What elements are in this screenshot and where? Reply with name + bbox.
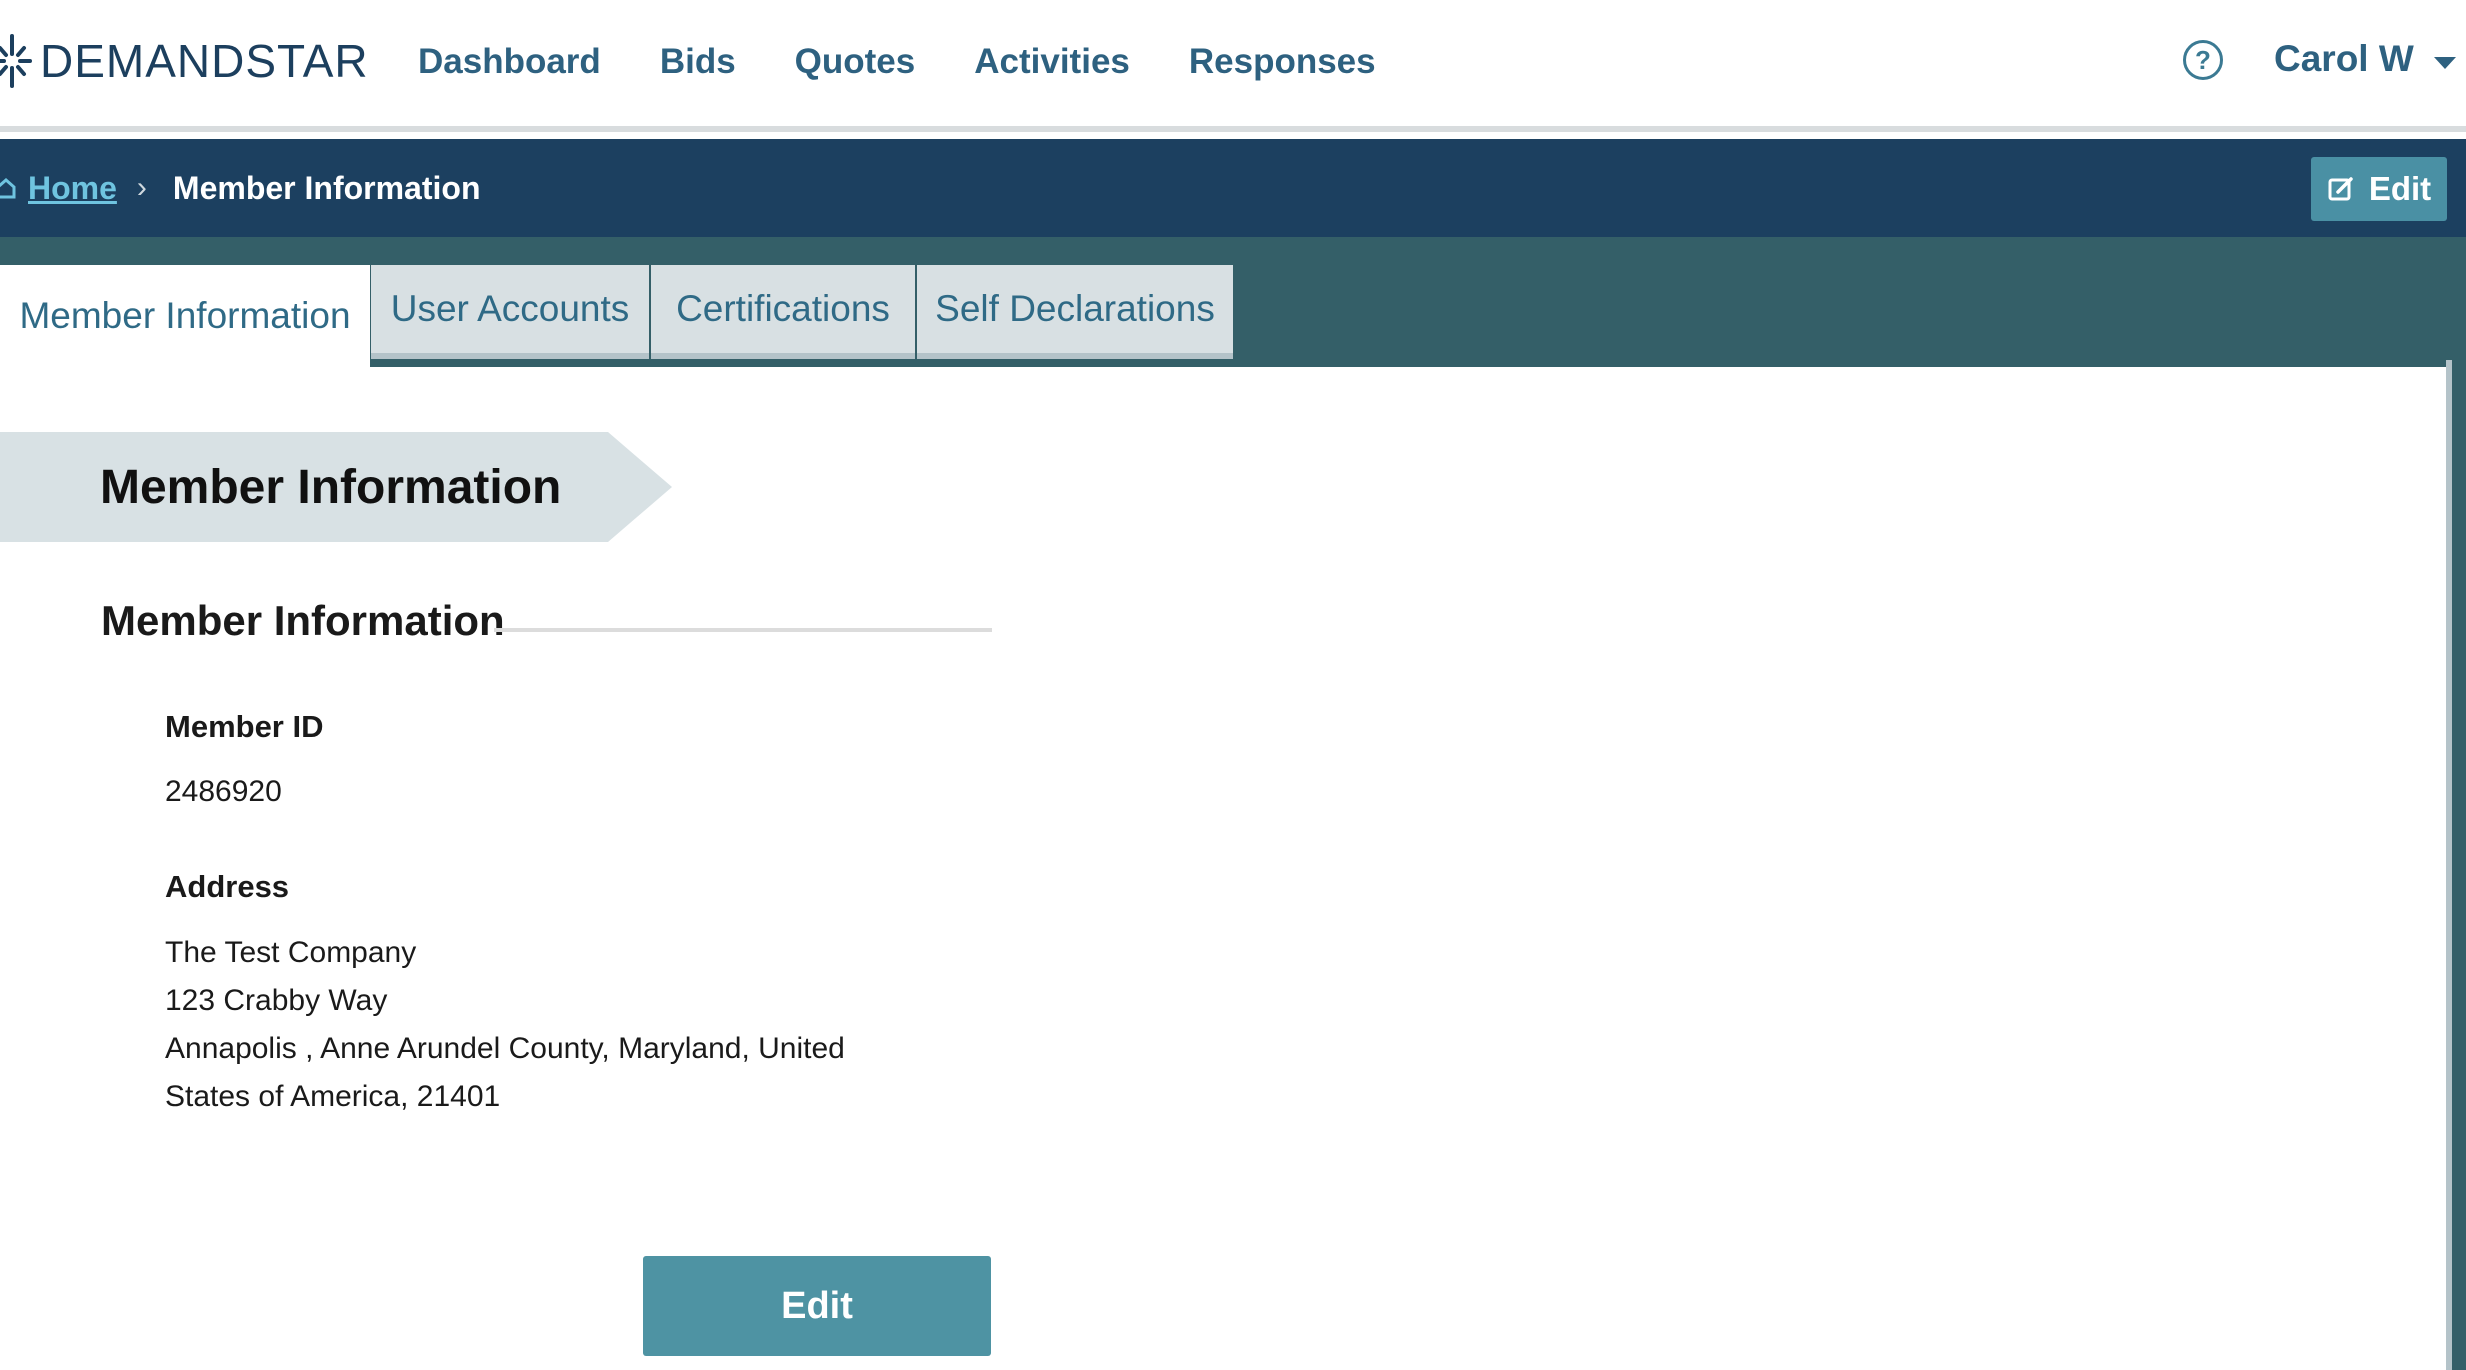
main-content: Member Information Member Information Me… [0, 367, 2446, 1370]
member-id-label: Member ID [165, 709, 324, 744]
header-edit-label: Edit [2368, 170, 2432, 207]
breadcrumb: Home › Member Information [0, 139, 480, 237]
section-title: Member Information [101, 597, 505, 644]
nav-bids[interactable]: Bids [660, 42, 736, 82]
chevron-down-icon [2433, 57, 2456, 69]
user-name: Carol W [2274, 38, 2414, 79]
user-menu[interactable]: Carol W [2274, 38, 2456, 80]
main-nav: Dashboard Bids Quotes Activities Respons… [418, 0, 1435, 124]
edit-icon [2328, 177, 2353, 201]
nav-dashboard[interactable]: Dashboard [418, 42, 601, 82]
brand-logo[interactable]: DEMANDSTAR [0, 30, 369, 92]
breadcrumb-current: Member Information [172, 169, 481, 206]
breadcrumb-bar: Home › Member Information Edit [0, 139, 2466, 237]
help-icon[interactable]: ? [2183, 40, 2223, 80]
tab-user-accounts[interactable]: User Accounts [371, 265, 649, 359]
address-label: Address [165, 869, 290, 904]
nav-activities[interactable]: Activities [974, 42, 1130, 82]
address-line-2: 123 Crabby Way [165, 984, 388, 1017]
nav-responses[interactable]: Responses [1189, 42, 1376, 82]
nav-quotes[interactable]: Quotes [795, 42, 916, 82]
member-id-value: 2486920 [165, 775, 282, 808]
content-frame-edge-inner [2446, 360, 2452, 1370]
tab-bar: Member Information User Accounts Certifi… [0, 237, 2466, 367]
page-banner: Member Information [0, 432, 672, 542]
edit-button[interactable]: Edit [643, 1256, 991, 1356]
tab-member-information[interactable]: Member Information [0, 265, 370, 367]
tab-self-declarations[interactable]: Self Declarations [917, 265, 1233, 359]
brand-name: DEMANDSTAR [40, 35, 369, 87]
header-edit-button[interactable]: Edit [2311, 157, 2447, 221]
page-title: Member Information [100, 460, 562, 514]
chevron-right-icon: › [136, 171, 147, 204]
star-logo-icon [0, 34, 32, 88]
address-line-1: The Test Company [165, 936, 417, 969]
home-icon [0, 178, 16, 199]
section-divider [494, 628, 992, 632]
address-line-4: States of America, 21401 [165, 1080, 501, 1113]
address-line-3: Annapolis , Anne Arundel County, Marylan… [165, 1032, 845, 1065]
breadcrumb-home-link[interactable]: Home [28, 170, 117, 207]
top-navigation-bar: DEMANDSTAR Dashboard Bids Quotes Activit… [0, 0, 2466, 132]
tab-certifications[interactable]: Certifications [651, 265, 915, 359]
